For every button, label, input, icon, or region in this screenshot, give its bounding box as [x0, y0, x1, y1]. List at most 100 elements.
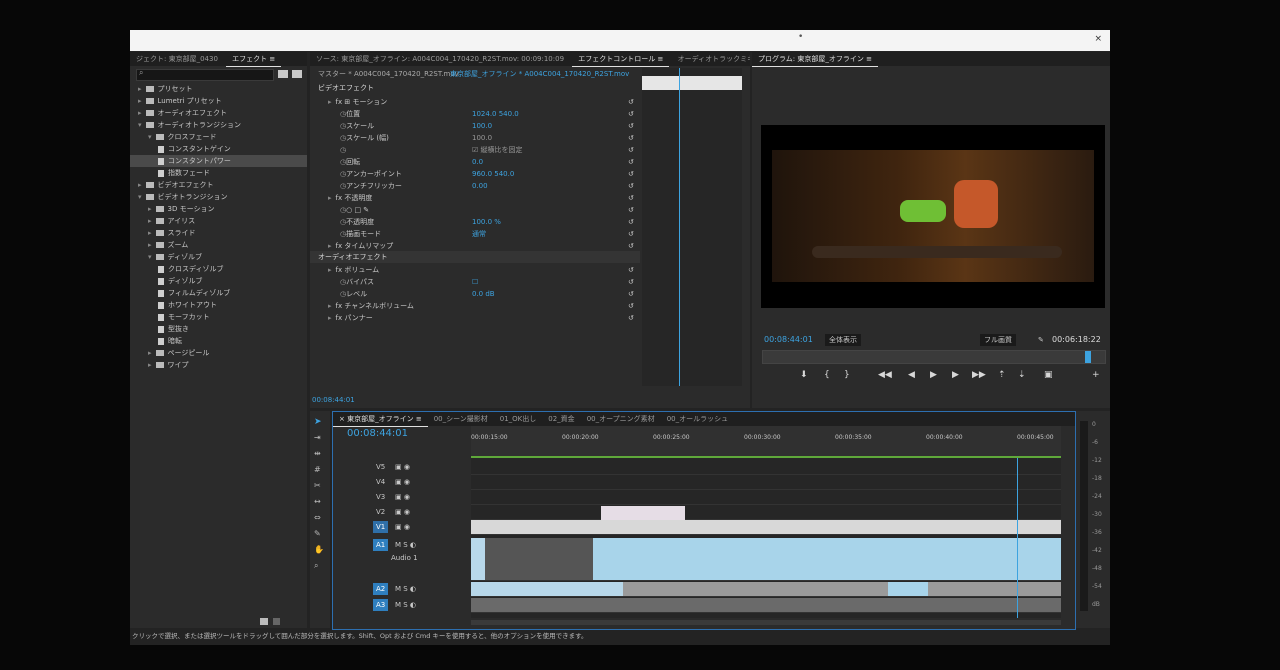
- effect-property-row[interactable]: ◷ バイパス: [340, 276, 374, 288]
- marker-icon[interactable]: ⬇: [800, 370, 808, 380]
- close-icon[interactable]: ×: [1094, 34, 1102, 44]
- tree-item[interactable]: コンスタントゲイン: [158, 143, 231, 155]
- reset-icon[interactable]: ↺: [628, 192, 634, 204]
- effects-search-input[interactable]: ⌕: [136, 68, 274, 81]
- tree-item[interactable]: ▸ ビデオエフェクト: [138, 179, 214, 191]
- disclosure-icon[interactable]: ▸: [328, 266, 332, 274]
- reset-icon[interactable]: ↺: [628, 276, 634, 288]
- effect-controls-timeline[interactable]: [642, 68, 742, 386]
- effect-property-row[interactable]: ◷: [340, 144, 346, 156]
- tree-item[interactable]: ▸ ワイプ: [148, 359, 189, 371]
- disclosure-icon[interactable]: ▸: [148, 241, 152, 249]
- track-header-a3[interactable]: A3 M S ◐: [333, 598, 471, 612]
- disclosure-icon[interactable]: ▸: [148, 205, 152, 213]
- timeline-tab[interactable]: 02_資金: [542, 412, 580, 426]
- tab-audio-track-mixer[interactable]: オーディオトラックミキ: [672, 52, 750, 66]
- track-toggle-icons[interactable]: ▣ ◉: [395, 506, 410, 518]
- sequence-clip-label[interactable]: 東京部屋_オフライン * A004C004_170420_R2ST.mov: [450, 68, 629, 80]
- effect-property-row[interactable]: ▸ fx チャンネルボリューム: [328, 300, 414, 312]
- tree-item[interactable]: ▸ Lumetri プリセット: [138, 95, 222, 107]
- effect-property-row[interactable]: ◷ スケール: [340, 120, 374, 132]
- disclosure-icon[interactable]: ▸: [328, 194, 332, 202]
- reset-icon[interactable]: ↺: [628, 156, 634, 168]
- clip[interactable]: [471, 582, 623, 596]
- disclosure-icon[interactable]: ▸: [148, 361, 152, 369]
- add-button-icon[interactable]: +: [1092, 370, 1100, 380]
- track-label[interactable]: V2: [373, 506, 388, 518]
- disclosure-icon[interactable]: ▾: [138, 121, 142, 129]
- disclosure-icon[interactable]: ▸: [138, 181, 142, 189]
- tree-item[interactable]: ▸ ページピール: [148, 347, 209, 359]
- mark-in-icon[interactable]: {: [824, 370, 830, 380]
- track-toggle-icons[interactable]: ▣ ◉: [395, 491, 410, 503]
- tree-item[interactable]: ▸ アイリス: [148, 215, 195, 227]
- effect-property-row[interactable]: ◷ 描画モード: [340, 228, 381, 240]
- track-select-tool-icon[interactable]: ⇥: [314, 433, 321, 442]
- track-header-v2[interactable]: V2 ▣ ◉: [333, 505, 471, 519]
- effect-property-row[interactable]: ◷ ○ □ ✎: [340, 204, 369, 216]
- step-back-icon[interactable]: ◀◀: [878, 370, 892, 380]
- effect-controls-timecode[interactable]: 00:08:44:01: [312, 394, 355, 406]
- tab-project[interactable]: ジェクト: 東京部屋_0430: [130, 52, 224, 66]
- slip-tool-icon[interactable]: ↔: [314, 497, 321, 506]
- track-lane-v4[interactable]: [471, 475, 1061, 490]
- tree-item[interactable]: 型抜き: [158, 323, 189, 335]
- reset-icon[interactable]: ↺: [628, 132, 634, 144]
- timeline-tab[interactable]: 00_シーン撮影材: [428, 412, 494, 426]
- tab-effect-controls[interactable]: エフェクトコントロール ≡: [572, 52, 670, 67]
- track-toggle-icons[interactable]: M S ◐: [395, 599, 416, 611]
- track-label[interactable]: A2: [373, 583, 389, 595]
- effect-property-row[interactable]: ▸ fx ⊞ モーション: [328, 96, 387, 108]
- razor-tool-icon[interactable]: ✂: [314, 481, 321, 490]
- reset-icon[interactable]: ↺: [628, 300, 634, 312]
- hand-tool-icon[interactable]: ✋: [314, 545, 324, 554]
- clip-bar[interactable]: [642, 76, 742, 90]
- effect-property-row[interactable]: ◷ レベル: [340, 288, 367, 300]
- track-header-v4[interactable]: V4 ▣ ◉: [333, 475, 471, 489]
- reset-icon[interactable]: ↺: [628, 96, 634, 108]
- tree-item[interactable]: コンスタントパワー: [130, 155, 307, 167]
- selection-tool-icon[interactable]: ➤: [314, 417, 322, 427]
- reset-icon[interactable]: ↺: [628, 312, 634, 324]
- disclosure-icon[interactable]: ▸: [148, 229, 152, 237]
- disclosure-icon[interactable]: ▸: [148, 349, 152, 357]
- tree-item[interactable]: 指数フェード: [158, 167, 210, 179]
- trash-icon[interactable]: [273, 618, 280, 625]
- timeline-tab[interactable]: 01_OK出し: [494, 412, 543, 426]
- reset-icon[interactable]: ↺: [628, 204, 634, 216]
- tree-item[interactable]: ▸ プリセット: [138, 83, 193, 95]
- effect-property-value[interactable]: ☐: [472, 276, 478, 288]
- stopwatch-icon[interactable]: ◷: [340, 144, 346, 156]
- tree-item[interactable]: フィルムディゾルブ: [158, 287, 230, 299]
- tree-item[interactable]: ▸ ズーム: [148, 239, 188, 251]
- extract-icon[interactable]: ⇣: [1018, 370, 1026, 380]
- playhead[interactable]: [679, 68, 680, 386]
- play-icon[interactable]: ▶: [930, 370, 937, 380]
- frame-forward-icon[interactable]: ▶: [952, 370, 959, 380]
- tree-item[interactable]: ▾ オーディオトランジション: [138, 119, 241, 131]
- disclosure-icon[interactable]: ▸: [148, 217, 152, 225]
- clip[interactable]: [471, 598, 1061, 612]
- reset-icon[interactable]: ↺: [628, 264, 634, 276]
- track-label[interactable]: V4: [373, 476, 388, 488]
- reset-icon[interactable]: ↺: [628, 228, 634, 240]
- clip[interactable]: [593, 538, 1061, 580]
- effect-property-row[interactable]: ◷ アンチフリッカー: [340, 180, 402, 192]
- reset-icon[interactable]: ↺: [628, 180, 634, 192]
- track-lane-v5[interactable]: [471, 460, 1061, 475]
- effect-property-row[interactable]: ▸ fx 不透明度: [328, 192, 372, 204]
- quality-dropdown[interactable]: フル画質: [980, 334, 1016, 346]
- track-toggle-icons[interactable]: M S ◐: [395, 583, 416, 595]
- clip[interactable]: [471, 520, 1061, 534]
- zoom-tool-icon[interactable]: ⌕: [314, 561, 318, 571]
- folder-icon[interactable]: [260, 618, 268, 625]
- track-lane-v3[interactable]: [471, 490, 1061, 505]
- fit-dropdown[interactable]: 全体表示: [825, 334, 861, 346]
- tab-source[interactable]: ソース: 東京部屋_オフライン: A004C004_170420_R2ST.mo…: [310, 52, 570, 66]
- effect-property-row[interactable]: ◷ 位置: [340, 108, 360, 120]
- effect-property-row[interactable]: ◷ スケール (幅): [340, 132, 389, 144]
- effect-property-row[interactable]: ◷ アンカーポイント: [340, 168, 402, 180]
- track-toggle-icons[interactable]: ▣ ◉: [395, 461, 410, 473]
- tree-item[interactable]: ▸ オーディオエフェクト: [138, 107, 227, 119]
- disclosure-icon[interactable]: ▾: [148, 133, 152, 141]
